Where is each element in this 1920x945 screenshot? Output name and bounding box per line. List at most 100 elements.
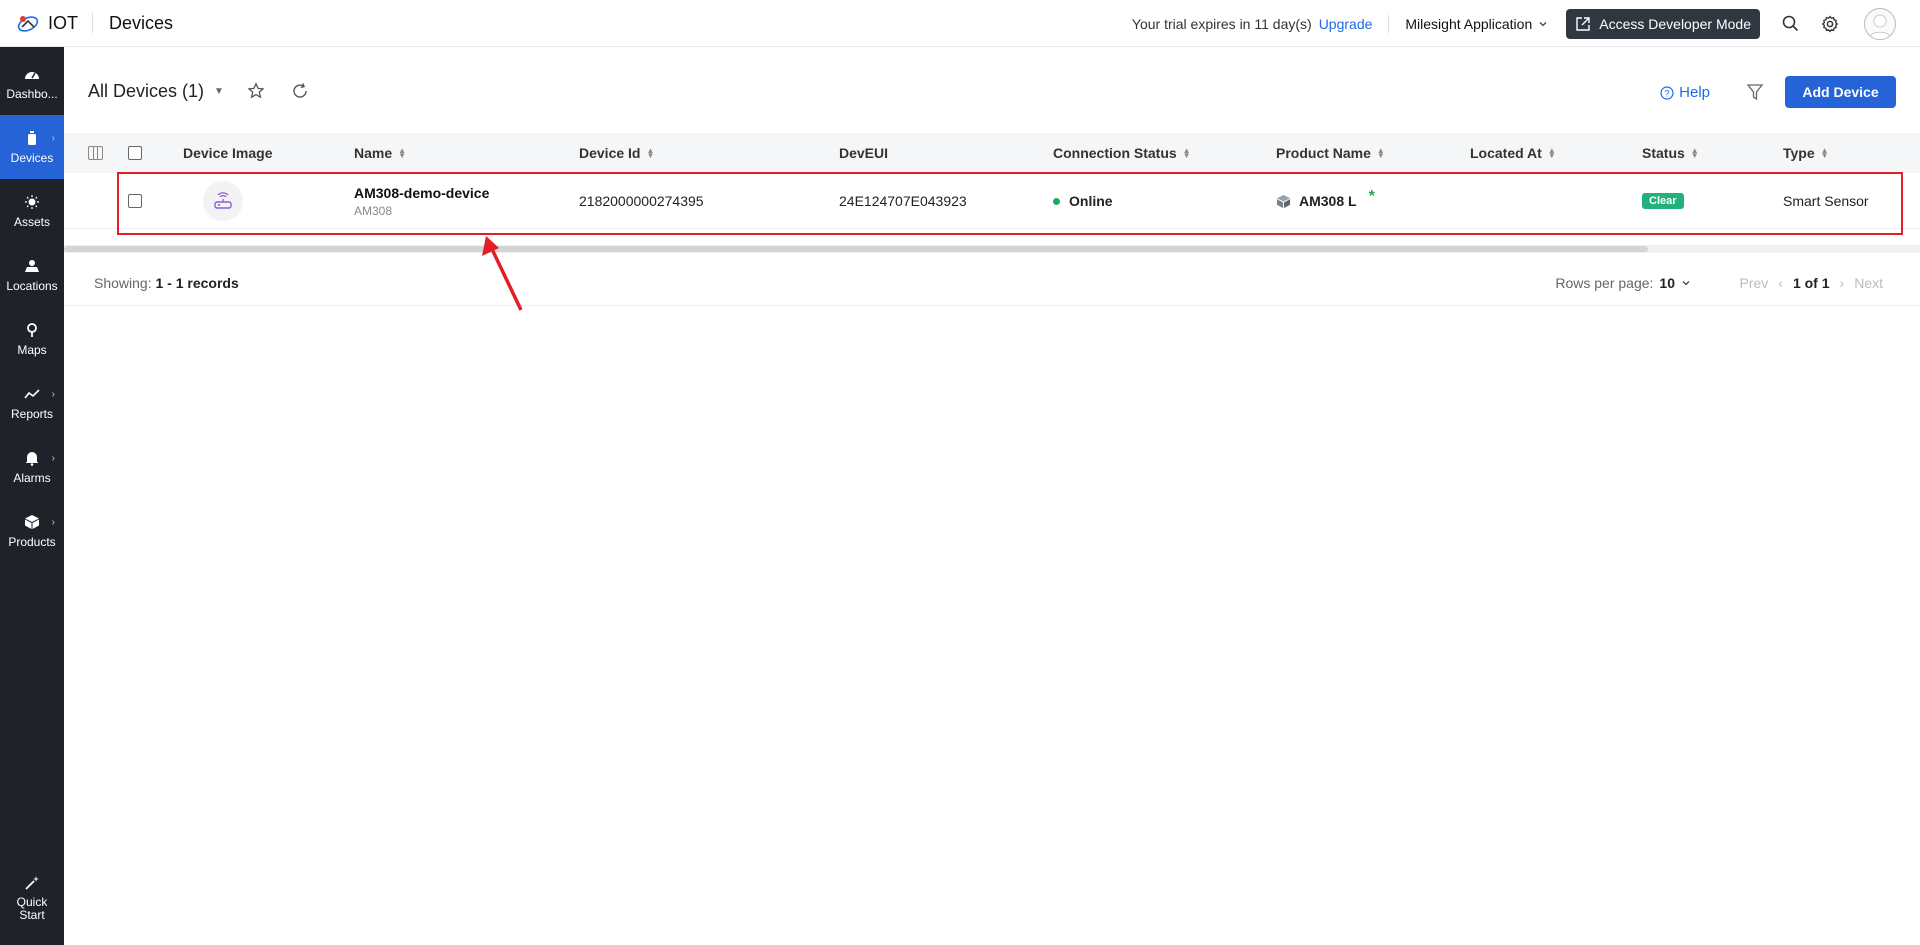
sidebar-item-locations[interactable]: Locations [0,243,64,307]
sidebar-item-alarms[interactable]: Alarms › [0,435,64,499]
caret-down-icon: ▼ [214,86,224,97]
gear-icon [1821,14,1839,33]
location-icon [24,258,40,274]
chevron-down-icon [1682,281,1690,286]
sidebar-item-maps[interactable]: Maps [0,307,64,371]
table-row[interactable]: AM308-demo-device AM308 2182000000274395… [64,173,1920,229]
divider [92,13,93,33]
device-type: Smart Sensor [1783,193,1869,209]
sidebar-item-label: Locations [6,278,58,293]
rows-per-page-value: 10 [1659,275,1675,291]
sidebar-item-label: Alarms [13,470,51,485]
device-name-link[interactable]: AM308-demo-device [354,185,489,201]
trial-text: Your trial expires in 11 day(s) [1131,15,1312,32]
chevron-right-icon: › [51,453,55,464]
line-chart-icon [24,386,40,402]
device-model: AM308 [354,203,393,218]
logo[interactable]: IOT [16,0,78,47]
star-icon [247,82,265,99]
logo-text: IOT [48,12,78,33]
column-header-product-name[interactable]: Product Name ▲ ▼ [1276,133,1385,173]
sidebar-item-assets[interactable]: Assets [0,179,64,243]
application-name: Milesight Application [1405,15,1533,32]
search-button[interactable] [1780,14,1800,34]
sidebar: Dashbo... Devices › Assets Locations Map… [0,47,64,945]
horizontal-scrollbar[interactable] [64,245,1920,253]
showing-label: Showing: [94,275,152,291]
help-link[interactable]: ? Help [1660,84,1710,101]
view-title: All Devices (1) [88,81,205,101]
sidebar-item-devices[interactable]: Devices › [0,115,64,179]
sidebar-item-label: Assets [13,214,50,229]
cube-icon [1276,194,1291,208]
user-icon [1868,14,1892,39]
next-page-button[interactable]: Next [1854,275,1883,291]
view-selector[interactable]: All Devices (1) ▼ [88,81,224,102]
toolbar: All Devices (1) ▼ ? Help Add Device [64,47,1920,133]
connection-status: Online [1069,193,1113,209]
column-header-connection-status[interactable]: Connection Status ▲ ▼ [1053,133,1191,173]
main-content: All Devices (1) ▼ ? Help Add Device Devi… [64,47,1920,945]
gateway-icon [214,192,232,209]
showing-value: 1 - 1 records [155,275,239,291]
rows-per-page-select[interactable]: 10 [1659,275,1691,291]
chevron-right-icon: › [1839,275,1845,291]
sidebar-item-quick-start[interactable]: Quick Start [0,863,64,933]
chevron-down-icon [1539,21,1547,26]
sort-icon: ▲ ▼ [398,146,407,160]
settings-button[interactable] [1820,14,1840,34]
application-selector[interactable]: Milesight Application [1405,16,1548,32]
magic-wand-icon [24,875,40,891]
user-avatar[interactable] [1864,7,1896,40]
prev-page-button[interactable]: Prev [1739,275,1768,291]
sort-icon: ▲ ▼ [1547,146,1556,160]
product-link[interactable]: AM308 L * [1276,188,1375,210]
table-footer: Showing: 1 - 1 records Rows per page: 10… [64,260,1920,306]
status-badge: Clear [1642,193,1684,209]
deveui: 24E124707E043923 [839,193,967,209]
filter-icon[interactable] [1746,83,1764,101]
column-header-device-image: Device Image [183,133,273,173]
column-label: Type [1783,145,1815,161]
column-label: Device Id [579,145,641,161]
column-header-status[interactable]: Status ▲ ▼ [1642,133,1699,173]
favorite-button[interactable] [246,81,266,101]
search-icon [1782,15,1798,32]
sort-icon: ▲ ▼ [1182,146,1191,160]
bell-icon [24,450,40,466]
refresh-icon [293,83,307,98]
column-header-name[interactable]: Name ▲ ▼ [354,133,406,173]
sidebar-item-label: Maps [17,342,47,357]
column-header-type[interactable]: Type ▲ ▼ [1783,133,1829,173]
column-label: Located At [1470,145,1542,161]
column-header-located-at[interactable]: Located At ▲ ▼ [1470,133,1556,173]
page-info: 1 of 1 [1792,275,1830,291]
columns-icon[interactable] [88,146,103,160]
developer-mode-label: Access Developer Mode [1599,15,1751,32]
sidebar-item-label: Devices [10,150,54,165]
column-header-device-id[interactable]: Device Id ▲ ▼ [579,133,654,173]
external-link-icon [1576,16,1590,31]
developer-mode-button[interactable]: Access Developer Mode [1566,8,1760,39]
row-checkbox[interactable] [128,194,142,208]
product-mark: * [1368,188,1375,205]
add-device-button[interactable]: Add Device [1785,76,1896,108]
select-all-checkbox[interactable] [128,146,142,160]
sidebar-item-label: Quick [16,895,48,909]
scrollbar-thumb[interactable] [64,246,1648,252]
refresh-button[interactable] [290,81,310,101]
upgrade-link[interactable]: Upgrade [1319,16,1373,32]
sidebar-item-label: Start [19,908,45,922]
map-pin-icon [24,322,40,338]
sort-icon: ▲ ▼ [1820,146,1829,160]
sidebar-item-products[interactable]: Products › [0,499,64,563]
sidebar-item-dashboard[interactable]: Dashbo... [0,51,64,115]
sidebar-item-reports[interactable]: Reports › [0,371,64,435]
device-id: 2182000000274395 [579,193,704,209]
dashboard-icon [24,66,40,82]
sort-icon: ▲ ▼ [1690,146,1699,160]
record-count: Showing: 1 - 1 records [94,275,239,291]
help-icon: ? [1660,85,1674,100]
sort-icon: ▲ ▼ [1376,146,1385,160]
rows-per-page-label: Rows per page: [1555,275,1654,291]
